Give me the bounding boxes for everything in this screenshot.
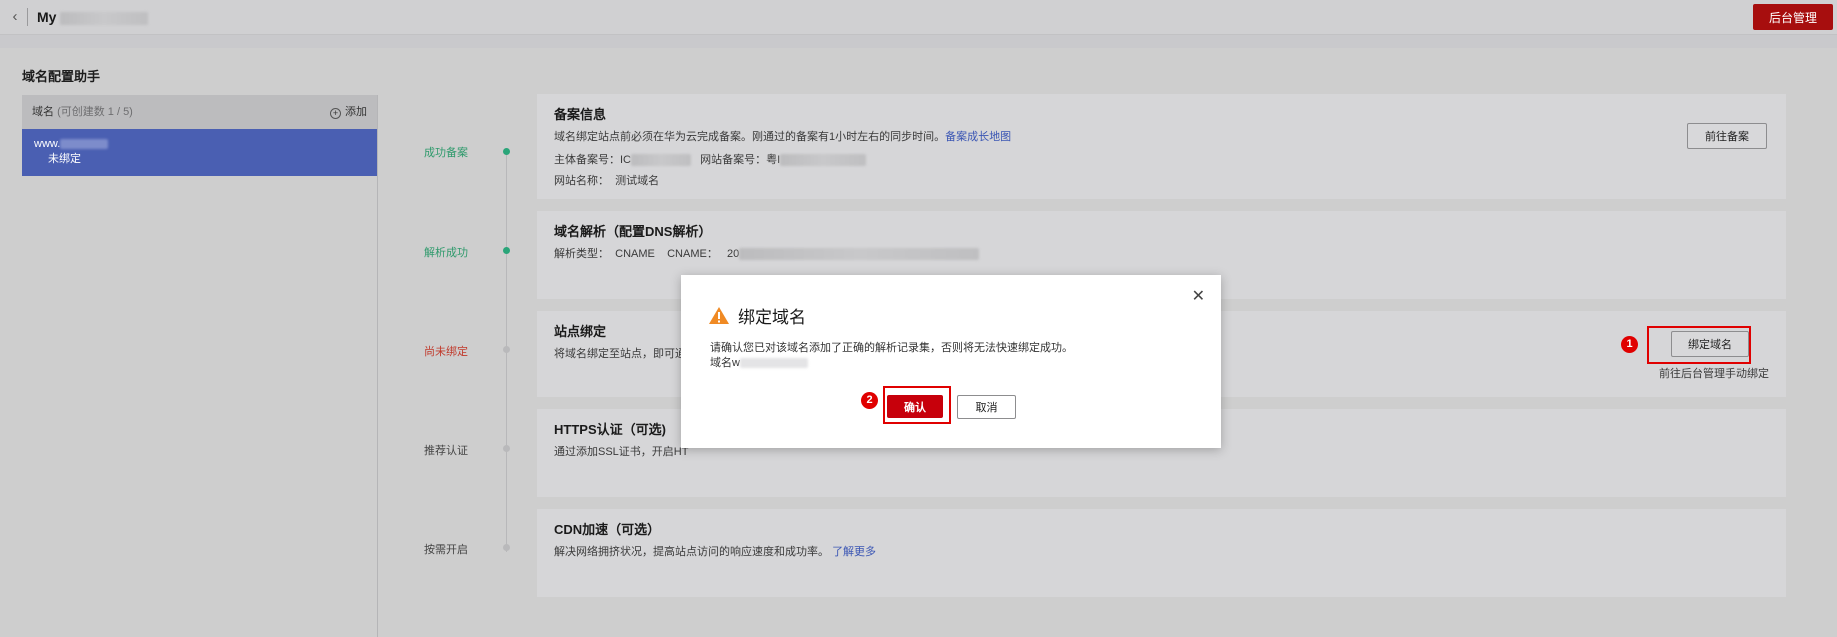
step-status-filing: 成功备案: [424, 147, 468, 159]
step-status-https: 推荐认证: [424, 445, 468, 457]
dialog-title: 绑定域名: [708, 303, 806, 328]
card-title-dns: 域名解析（配置DNS解析）: [554, 224, 712, 239]
domain-list-header: 域名 (可创建数 1 / 5) + 添加: [22, 95, 377, 129]
step-dot-cdn: [503, 544, 510, 551]
step-status-cdn: 按需开启: [424, 544, 468, 556]
divider: [27, 8, 28, 26]
filing-desc: 域名绑定站点前必须在华为云完成备案。刚通过的备案有1小时左右的同步时间。备案成长…: [554, 131, 1012, 143]
step-dot-https: [503, 445, 510, 452]
step-badge-1: 1: [1621, 336, 1638, 353]
highlight-bind-button: [1647, 326, 1751, 364]
filing-site-name: 网站名称： 测试域名: [554, 175, 660, 187]
top-bar: ‹ My 后台管理: [0, 0, 1837, 35]
card-title-https: HTTPS认证（可选): [554, 422, 666, 437]
close-icon[interactable]: ✕: [1192, 289, 1205, 305]
redacted-domain: [739, 358, 808, 369]
highlight-confirm-button: [883, 386, 951, 424]
dialog-message: 请确认您已对该域名添加了正确的解析记录集，否则将无法快速绑定成功。 域名w: [710, 342, 1073, 369]
back-arrow-icon[interactable]: ‹: [6, 8, 24, 26]
card-cdn: CDN加速（可选） 解决网络拥挤状况，提高站点访问的响应速度和成功率。 了解更多: [537, 509, 1786, 597]
manual-bind-link[interactable]: 前往后台管理手动绑定: [1659, 365, 1769, 381]
dialog-title-text: 绑定域名: [738, 308, 806, 327]
redacted-domain: [60, 139, 109, 150]
card-title-filing: 备案信息: [554, 107, 607, 122]
learn-more-link[interactable]: 了解更多: [832, 546, 876, 558]
binding-desc: 将域名绑定至站点，即可通: [554, 348, 686, 360]
domain-list-item[interactable]: www. 未绑定: [22, 129, 377, 176]
step-dot-binding: [503, 346, 510, 353]
step-badge-2: 2: [861, 392, 878, 409]
bind-domain-dialog: ✕ 绑定域名 请确认您已对该域名添加了正确的解析记录集，否则将无法快速绑定成功。…: [681, 275, 1221, 448]
card-filing: 备案信息 域名绑定站点前必须在华为云完成备案。刚通过的备案有1小时左右的同步时间…: [537, 94, 1786, 199]
add-label: 添加: [345, 106, 367, 118]
cdn-desc: 解决网络拥挤状况，提高站点访问的响应速度和成功率。 了解更多: [554, 546, 877, 558]
step-status-dns: 解析成功: [424, 247, 468, 259]
domain-status: 未绑定: [48, 153, 81, 165]
filing-numbers: 主体备案号：IC 网站备案号：粤I: [554, 151, 867, 167]
admin-management-button[interactable]: 后台管理: [1753, 4, 1833, 30]
filing-roadmap-link[interactable]: 备案成长地图: [945, 131, 1011, 143]
site-title: My: [37, 9, 149, 25]
step-dot-dns: [503, 247, 510, 254]
domain-count: (可创建数 1 / 5): [57, 106, 133, 118]
domain-header-label: 域名: [32, 106, 54, 118]
warning-icon: [709, 307, 729, 324]
dialog-domain-label: 域名w: [710, 357, 740, 369]
panel-title: 域名配置助手: [22, 69, 101, 84]
step-status-binding: 尚未绑定: [424, 346, 468, 358]
domain-name: www.: [34, 138, 61, 150]
plus-circle-icon: +: [330, 108, 341, 119]
cancel-button[interactable]: 取消: [957, 395, 1016, 419]
domain-list: 域名 (可创建数 1 / 5) + 添加 www. 未绑定: [22, 95, 378, 637]
redacted-site-name: [60, 11, 149, 25]
dns-record: 解析类型： CNAME CNAME： 20: [554, 245, 980, 261]
site-name: My: [37, 9, 57, 25]
https-desc: 通过添加SSL证书，开启HT: [554, 446, 689, 458]
card-title-binding: 站点绑定: [554, 324, 607, 339]
go-filing-button[interactable]: 前往备案: [1687, 123, 1767, 149]
add-domain-button[interactable]: + 添加: [330, 95, 367, 129]
card-title-cdn: CDN加速（可选）: [554, 522, 661, 537]
step-dot-filing: [503, 148, 510, 155]
